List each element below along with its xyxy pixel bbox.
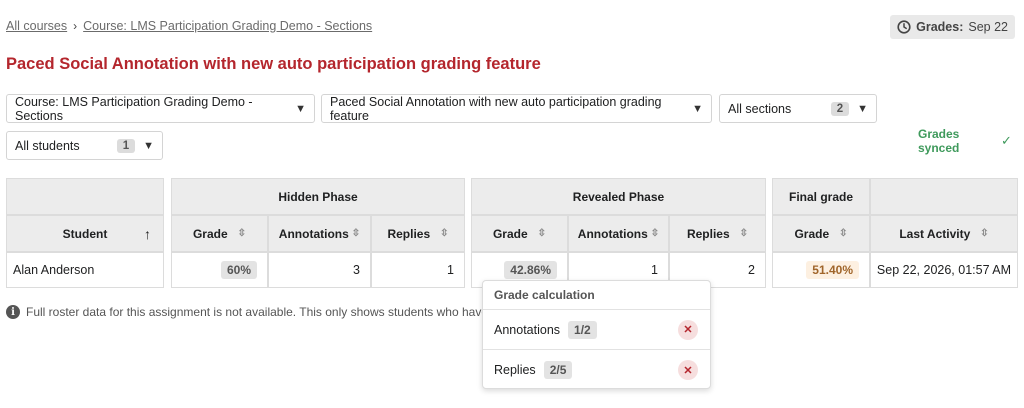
column-header-label: Replies bbox=[387, 226, 431, 241]
column-header-label: Grade bbox=[192, 226, 228, 241]
student-group-header bbox=[6, 178, 164, 215]
column-header-label: Annotations bbox=[278, 226, 349, 241]
revealed-phase-header: Revealed Phase bbox=[471, 178, 766, 215]
sort-icon: ⇳ bbox=[739, 228, 749, 239]
column-header-revealed-grade[interactable]: Grade ⇳ bbox=[471, 215, 568, 252]
column-header-last-activity[interactable]: Last Activity ⇳ bbox=[870, 215, 1018, 252]
sort-icon: ⇳ bbox=[980, 228, 989, 239]
check-icon: ✓ bbox=[1001, 133, 1012, 148]
chevron-down-icon: ▼ bbox=[857, 102, 868, 115]
grade-calculation-value: 1/2 bbox=[568, 320, 597, 339]
cell-value: 1 bbox=[651, 263, 658, 277]
page-title: Paced Social Annotation with new auto pa… bbox=[6, 55, 541, 73]
column-header-hidden-grade[interactable]: Grade ⇳ bbox=[171, 215, 268, 252]
cell-value: 3 bbox=[353, 263, 360, 277]
column-header-revealed-replies[interactable]: Replies ⇳ bbox=[669, 215, 766, 252]
breadcrumb-course-link[interactable]: Course: LMS Participation Grading Demo -… bbox=[83, 19, 372, 33]
grades-synced-status: Grades synced bbox=[918, 127, 959, 155]
column-header-student[interactable]: Student ↑ bbox=[6, 215, 164, 252]
sections-count-badge: 2 bbox=[830, 101, 850, 116]
column-header-label: Grade bbox=[492, 226, 528, 241]
table-cell-last-activity: Sep 22, 2026, 01:57 AM bbox=[870, 252, 1018, 288]
column-header-label: Grade bbox=[794, 226, 830, 241]
sort-icon: ⇳ bbox=[440, 228, 449, 239]
chevron-down-icon: ▼ bbox=[692, 102, 703, 115]
grade-calculation-popover: Grade calculation Annotations 1/2 ✕ Repl… bbox=[482, 280, 711, 389]
close-icon: ✕ bbox=[678, 360, 698, 380]
sort-icon: ⇳ bbox=[237, 228, 247, 239]
cell-value: Sep 22, 2026, 01:57 AM bbox=[876, 263, 1012, 277]
breadcrumb-all-courses-link[interactable]: All courses bbox=[6, 19, 67, 33]
table-cell-final-grade: 51.40% bbox=[772, 252, 870, 288]
final-grade-header: Final grade bbox=[772, 178, 870, 215]
sort-icon: ⇳ bbox=[351, 228, 361, 239]
course-filter-label: Course: LMS Participation Grading Demo -… bbox=[15, 94, 253, 123]
table-cell-hidden-replies: 1 bbox=[371, 252, 465, 288]
grades-badge-date: Sep 22 bbox=[968, 20, 1008, 34]
column-header-label: Replies bbox=[686, 226, 730, 241]
breadcrumb: All courses › Course: LMS Participation … bbox=[6, 19, 372, 33]
column-header-student-label: Student bbox=[62, 226, 108, 241]
grades-badge-label: Grades: bbox=[916, 20, 964, 34]
cell-value: 1 bbox=[447, 263, 454, 277]
final-grade-badge: 51.40% bbox=[806, 261, 859, 279]
chevron-down-icon: ▼ bbox=[295, 102, 306, 115]
last-activity-group-header bbox=[870, 178, 1018, 215]
info-icon: i bbox=[6, 305, 20, 319]
assignment-filter-label: Paced Social Annotation with new auto pa… bbox=[330, 94, 662, 123]
table-cell-hidden-annotations: 3 bbox=[268, 252, 371, 288]
table-cell-student: Alan Anderson bbox=[6, 252, 164, 288]
clock-icon bbox=[897, 20, 911, 34]
grade-calculation-value: 2/5 bbox=[543, 361, 573, 379]
table-cell-hidden-grade: 60% bbox=[171, 252, 268, 288]
column-header-label: Annotations bbox=[577, 226, 648, 241]
grade-calculation-label: Annotations bbox=[494, 322, 561, 337]
column-header-final-grade[interactable]: Grade ⇳ bbox=[772, 215, 870, 252]
assignment-filter[interactable]: Paced Social Annotation with new auto pa… bbox=[321, 94, 712, 123]
sections-filter[interactable]: All sections 2 ▼ bbox=[719, 94, 877, 123]
students-count-badge: 1 bbox=[116, 138, 136, 153]
chevron-down-icon: ▼ bbox=[143, 139, 154, 152]
sections-filter-label: All sections bbox=[728, 101, 792, 116]
students-filter[interactable]: All students 1 ▼ bbox=[6, 131, 163, 160]
sort-icon: ⇳ bbox=[839, 228, 848, 239]
grade-badge[interactable]: 42.86% bbox=[504, 261, 557, 279]
grades-synced-line1: Grades bbox=[918, 127, 960, 141]
column-header-label: Last Activity bbox=[899, 226, 971, 241]
column-header-revealed-annotations[interactable]: Annotations ⇳ bbox=[568, 215, 669, 252]
sort-icon: ⇳ bbox=[650, 228, 660, 239]
close-icon: ✕ bbox=[678, 319, 698, 340]
popover-title: Grade calculation bbox=[483, 281, 710, 310]
column-header-hidden-annotations[interactable]: Annotations ⇳ bbox=[268, 215, 371, 252]
column-header-hidden-replies[interactable]: Replies ⇳ bbox=[371, 215, 465, 252]
student-name: Alan Anderson bbox=[13, 263, 95, 277]
grade-calculation-row-replies: Replies 2/5 ✕ bbox=[483, 350, 710, 390]
roster-note: i Full roster data for this assignment i… bbox=[6, 305, 498, 319]
sort-icon: ⇳ bbox=[537, 228, 547, 239]
grade-badge: 60% bbox=[220, 261, 257, 279]
course-filter[interactable]: Course: LMS Participation Grading Demo -… bbox=[6, 94, 315, 123]
grade-calculation-row-annotations: Annotations 1/2 ✕ bbox=[483, 310, 710, 350]
grade-calculation-label: Replies bbox=[494, 363, 536, 377]
roster-note-text: Full roster data for this assignment is … bbox=[26, 305, 499, 319]
sort-ascending-icon: ↑ bbox=[144, 225, 151, 242]
students-filter-label: All students bbox=[15, 138, 80, 153]
hidden-phase-header: Hidden Phase bbox=[171, 178, 465, 215]
cell-value: 2 bbox=[748, 263, 755, 277]
breadcrumb-separator: › bbox=[73, 19, 78, 33]
grades-date-badge: Grades: Sep 22 bbox=[890, 15, 1015, 39]
grades-synced-line2: synced bbox=[918, 141, 960, 155]
